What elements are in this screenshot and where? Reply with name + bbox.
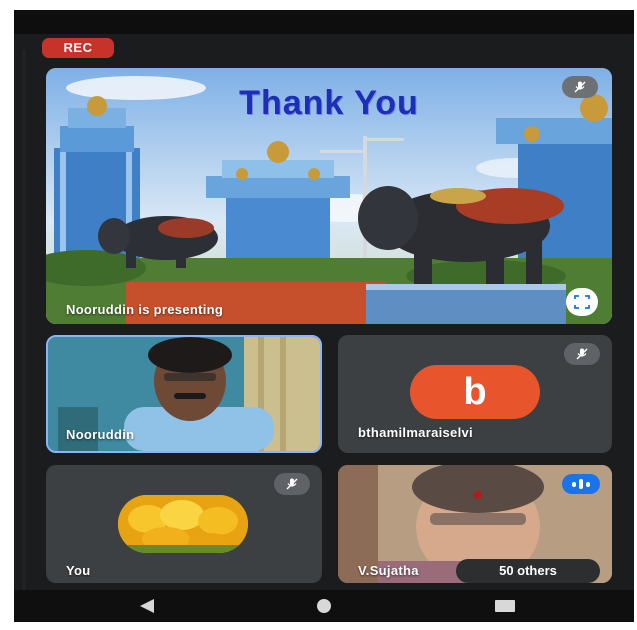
participant-tile-bthamilmaraiselvi[interactable]: b bthamilmaraiselvi [338, 335, 612, 453]
mic-off-icon [562, 76, 598, 98]
participant-tile-you[interactable]: You [46, 465, 322, 583]
back-icon[interactable] [138, 598, 156, 614]
participant-tile-vsujatha[interactable]: V.Sujatha 50 others [338, 465, 612, 583]
presenter-label: Nooruddin is presenting [66, 302, 224, 317]
avatar: b [410, 365, 540, 419]
others-chip[interactable]: 50 others [456, 559, 600, 583]
recording-badge: REC [42, 38, 114, 58]
status-bar [14, 10, 634, 34]
participant-tile-nooruddin[interactable]: Nooruddin [46, 335, 322, 453]
avatar [118, 495, 248, 553]
slide-title: Thank You [239, 84, 419, 122]
participant-name: V.Sujatha [358, 563, 419, 578]
recents-icon[interactable] [495, 600, 515, 612]
mic-off-icon [274, 473, 310, 495]
tulip-photo [118, 495, 248, 553]
device-edge [22, 50, 26, 610]
mic-off-icon [564, 343, 600, 365]
participant-name: Nooruddin [66, 427, 135, 442]
participant-name: bthamilmaraiselvi [358, 425, 473, 440]
speaking-indicator-icon [562, 474, 600, 494]
meet-call-screen: REC Thank You Nooruddin is presenting No… [14, 10, 634, 622]
system-nav-bar [14, 590, 634, 622]
fullscreen-icon [574, 295, 590, 309]
presentation-tile[interactable]: Thank You Nooruddin is presenting [46, 68, 612, 324]
participant-name: You [66, 563, 91, 578]
home-icon[interactable] [317, 599, 331, 613]
fullscreen-button[interactable] [566, 288, 598, 316]
